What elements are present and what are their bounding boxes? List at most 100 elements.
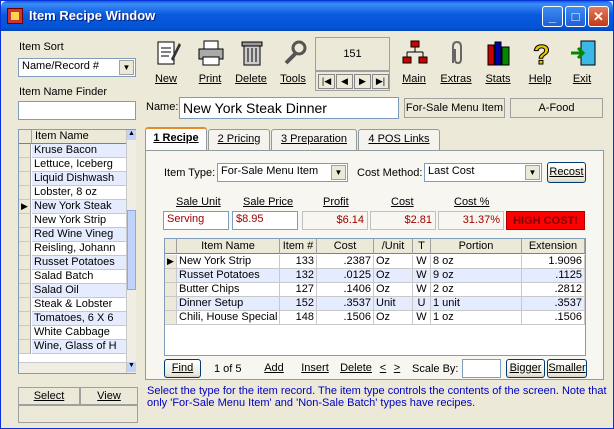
table-cell[interactable]: Chili, House Special [177,311,280,325]
table-cell[interactable]: 2 oz [431,283,522,297]
table-cell[interactable]: Russet Potatoes [177,269,280,283]
delete-row-button[interactable]: Delete [337,359,375,378]
main-tool[interactable]: Main [395,37,433,87]
table-cell[interactable]: 8 oz [431,255,522,269]
new-tool[interactable]: New [147,37,185,87]
row-indicator[interactable] [19,158,31,172]
item-list[interactable]: Item Name Kruse Bacon Lettuce, Iceberg Liq… [18,129,136,374]
row-indicator[interactable] [19,256,31,270]
table-cell[interactable]: W [413,311,431,325]
prev-record-icon[interactable]: ◀ [336,74,353,89]
table-cell[interactable]: Butter Chips [177,283,280,297]
table-cell[interactable]: 148 [280,311,317,325]
cost-method-select[interactable]: Last Cost ▼ [424,163,542,182]
table-cell[interactable]: .3537 [317,297,374,311]
select-button[interactable]: Select [18,387,80,405]
row-indicator[interactable]: ▶ [19,200,31,214]
table-cell[interactable]: 152 [280,297,317,311]
table-cell[interactable]: 133 [280,255,317,269]
table-cell[interactable]: .2387 [317,255,374,269]
next-row-button[interactable]: > [391,359,403,378]
maximize-button[interactable]: □ [565,6,586,27]
table-cell[interactable]: .0125 [317,269,374,283]
list-item[interactable]: Wine, Glass of H [32,340,126,354]
list-scrollbar[interactable]: ▲ ▼ [126,130,136,373]
list-item[interactable]: Steak & Lobster [32,298,126,312]
table-cell[interactable]: 1 unit [431,297,522,311]
list-item[interactable]: Kruse Bacon [32,144,126,158]
table-cell[interactable]: Oz [374,311,413,325]
table-cell[interactable]: W [413,283,431,297]
last-record-icon[interactable]: ▶| [372,74,389,89]
row-indicator[interactable] [19,284,31,298]
delete-tool[interactable]: Delete [232,37,270,87]
sale-unit-field[interactable]: Serving [163,211,229,230]
grid-header[interactable]: /Unit [374,239,413,254]
table-cell[interactable]: Oz [374,255,413,269]
table-cell[interactable]: .1506 [522,311,585,325]
extras-tool[interactable]: Extras [437,37,475,87]
scroll-up-icon[interactable]: ▲ [127,130,136,140]
tab-pos-links[interactable]: 4 POS Links [358,129,440,150]
tab-recipe[interactable]: 1 Recipe [145,127,207,151]
scale-by-input[interactable] [462,359,501,378]
list-item[interactable]: New York Steak [32,200,126,214]
list-item[interactable]: Russet Potatoes [32,256,126,270]
table-cell[interactable]: .3537 [522,297,585,311]
table-cell[interactable]: Oz [374,283,413,297]
item-finder-input[interactable] [18,101,136,120]
minimize-button[interactable]: _ [542,6,563,27]
row-indicator[interactable] [19,326,31,340]
table-cell[interactable]: 132 [280,269,317,283]
list-hscrollbar[interactable] [19,362,126,373]
row-indicator[interactable] [19,340,31,354]
insert-button[interactable]: Insert [297,359,333,378]
list-item[interactable]: Reisling, Johann [32,242,126,256]
grid-header[interactable]: T [413,239,431,254]
prev-row-button[interactable]: < [377,359,389,378]
tab-preparation[interactable]: 3 Preparation [271,129,357,150]
table-cell[interactable]: U [413,297,431,311]
row-indicator[interactable] [19,214,31,228]
row-indicator[interactable] [19,228,31,242]
table-cell[interactable]: New York Strip [177,255,280,269]
first-record-icon[interactable]: |◀ [318,74,335,89]
list-item[interactable]: New York Strip [32,214,126,228]
item-type-select[interactable]: For-Sale Menu Item ▼ [217,163,348,182]
smaller-button[interactable]: Smaller [547,359,587,378]
row-indicator[interactable] [19,312,31,326]
list-item[interactable]: Lobster, 8 oz [32,186,126,200]
list-item[interactable]: Salad Oil [32,284,126,298]
table-cell[interactable]: Dinner Setup [177,297,280,311]
name-field[interactable]: New York Steak Dinner [179,97,399,119]
table-cell[interactable]: W [413,269,431,283]
row-indicator[interactable] [19,242,31,256]
bigger-button[interactable]: Bigger [506,359,545,378]
scroll-down-icon[interactable]: ▼ [127,362,136,372]
list-item[interactable]: Lettuce, Iceberg [32,158,126,172]
print-tool[interactable]: Print [191,37,229,87]
chevron-down-icon[interactable]: ▼ [331,165,346,180]
tools-tool[interactable]: Tools [274,37,312,87]
row-indicator[interactable] [165,297,177,311]
row-indicator[interactable] [165,283,177,297]
help-tool[interactable]: ? Help [521,37,559,87]
list-item[interactable]: Red Wine Vineg [32,228,126,242]
next-record-icon[interactable]: ▶ [354,74,371,89]
table-cell[interactable]: 9 oz [431,269,522,283]
row-indicator[interactable] [19,172,31,186]
table-cell[interactable]: .2812 [522,283,585,297]
grid-header[interactable]: Cost [317,239,374,254]
close-button[interactable]: ✕ [588,6,609,27]
table-cell[interactable]: 1.9096 [522,255,585,269]
grid-header[interactable]: Extension [522,239,585,254]
row-indicator[interactable] [165,269,177,283]
row-indicator[interactable] [19,270,31,284]
chevron-down-icon[interactable]: ▼ [525,165,540,180]
list-item[interactable]: Tomatoes, 6 X 6 [32,312,126,326]
view-button[interactable]: View [80,387,138,405]
grid-header[interactable]: Portion [431,239,522,254]
grid-header[interactable]: Item # [280,239,317,254]
sale-price-field[interactable]: $8.95 [232,211,298,230]
title-bar[interactable]: Item Recipe Window _ □ ✕ [1,1,613,31]
